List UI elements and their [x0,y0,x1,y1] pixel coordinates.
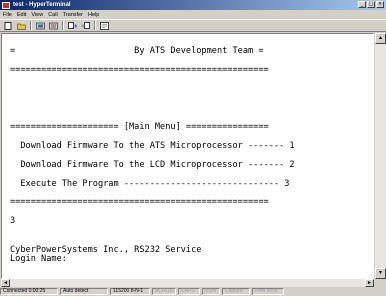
horizontal-scrollbar[interactable]: ◄ ► [1,279,374,287]
status-capture: Capture [222,288,250,295]
dial-button[interactable] [48,21,58,30]
terminal-line: ========================================… [10,197,269,208]
new-connection-icon [4,21,11,30]
toolbar-separator [30,21,32,30]
send-icon [67,21,77,29]
title-bar: test - HyperTerminal _ □ × [0,0,386,10]
terminal-line: 3 [10,216,16,227]
vertical-scrollbar[interactable]: ▲ ▼ [374,33,386,279]
terminal-line: ===================== [Main Menu] ======… [10,121,269,132]
status-num: NUM [202,288,220,295]
status-caps: CAPS [178,288,200,295]
window-title: test - HyperTerminal [13,2,71,8]
disconnect-button[interactable] [35,21,45,30]
open-button[interactable] [16,21,26,30]
terminal-line: = By ATS Development Team = [10,46,264,57]
maximize-button[interactable]: □ [367,1,375,8]
menu-transfer[interactable]: Transfer [63,12,83,18]
scroll-right-button[interactable]: ► [365,279,374,287]
status-scroll: SCROLL [152,288,176,295]
toolbar [0,19,386,32]
status-detect: Auto detect [60,288,108,295]
terminal-line: ========================================… [10,65,269,76]
menu-call[interactable]: Call [48,12,57,18]
properties-button[interactable] [99,21,109,30]
open-icon [16,23,26,30]
menu-edit[interactable]: Edit [17,12,26,18]
hyperterminal-app-icon[interactable] [2,1,10,9]
scroll-down-button[interactable]: ▼ [375,268,386,279]
scroll-up-button[interactable]: ▲ [375,33,386,44]
close-button[interactable]: × [376,1,384,8]
receive-icon [81,21,90,29]
disconnect-icon [35,22,45,29]
status-connected: Connected 0:00:25 [0,288,58,295]
toolbar-separator [94,21,96,30]
terminal-line: Execute The Program --------------------… [10,178,290,189]
terminal-line: Download Firmware To the ATS Microproces… [10,140,295,151]
window-controls: _ □ × [358,1,384,8]
status-settings: 115200 8-N-1 [110,288,150,295]
status-print-echo: Print echo [252,288,284,295]
terminal-output: = By ATS Development Team = ============… [10,38,295,265]
minimize-button[interactable]: _ [358,1,366,8]
menu-help[interactable]: Help [88,12,99,18]
menu-view[interactable]: View [31,12,43,18]
menu-bar: File Edit View Call Transfer Help [0,10,386,19]
new-connection-button[interactable] [3,21,13,30]
status-bar: Connected 0:00:25 Auto detect 115200 8-N… [0,287,386,296]
toolbar-separator [62,21,64,30]
scroll-left-button[interactable]: ◄ [1,279,10,287]
properties-icon [99,21,109,30]
terminal-line: Login Name: [10,254,67,265]
terminal-line: Download Firmware To the LCD Microproces… [10,159,295,170]
dial-icon [48,22,58,29]
terminal-window[interactable]: = By ATS Development Team = ============… [1,33,374,279]
receive-button[interactable] [80,21,90,30]
send-button[interactable] [67,21,77,30]
menu-file[interactable]: File [3,12,12,18]
